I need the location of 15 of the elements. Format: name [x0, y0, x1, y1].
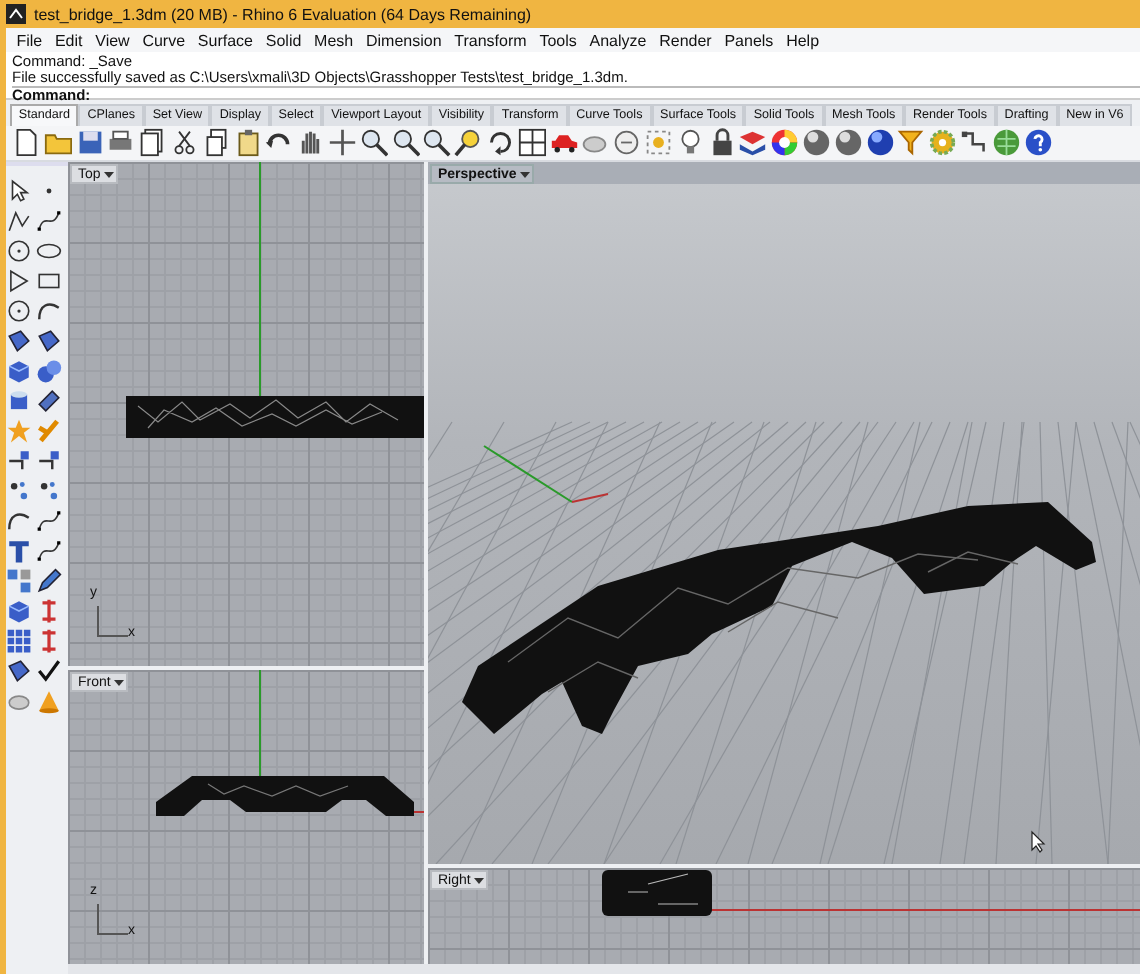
menu-item[interactable]: Help — [779, 31, 826, 49]
menu-item[interactable]: Surface — [191, 31, 260, 49]
menu-item[interactable]: Mesh — [307, 31, 360, 49]
menu-item[interactable]: View — [88, 31, 137, 49]
window-title: test_bridge_1.3dm (20 MB) - Rhino 6 Evaluation (64 Days Remaining) — [34, 5, 532, 23]
menu-item[interactable]: Curve — [136, 31, 192, 49]
menu-item[interactable]: Analyze — [583, 31, 653, 49]
menu-item[interactable]: Edit — [48, 31, 89, 49]
menu-item[interactable]: File — [10, 31, 49, 49]
menu-item[interactable]: Tools — [533, 31, 584, 49]
menu-item[interactable]: Solid — [259, 31, 308, 49]
menu-item[interactable]: Render — [652, 31, 719, 49]
menu-item[interactable]: Dimension — [359, 31, 448, 49]
menu-item[interactable]: Panels — [718, 31, 780, 49]
menu-item[interactable]: Transform — [447, 31, 533, 49]
